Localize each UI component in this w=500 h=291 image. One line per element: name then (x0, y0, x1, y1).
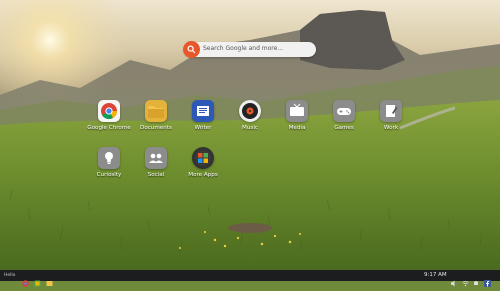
app-more-apps[interactable]: More Apps (177, 147, 229, 178)
more-apps-icon (192, 147, 214, 169)
app-label: Work (383, 125, 399, 131)
app-documents[interactable]: Documents (130, 100, 182, 131)
app-label: Social (147, 172, 165, 178)
app-media[interactable]: Media (271, 100, 323, 131)
app-label: Writer (194, 125, 212, 131)
chrome-icon (22, 280, 29, 287)
app-social[interactable]: Social (130, 147, 182, 178)
app-google-chrome[interactable]: Google Chrome (83, 100, 135, 131)
store-icon (34, 280, 41, 287)
landscape-image (0, 0, 500, 270)
app-writer[interactable]: Writer (177, 100, 229, 131)
brand-label: Hello (4, 273, 16, 278)
search-bar[interactable]: Search Google and more... (183, 41, 316, 58)
bell-icon (474, 281, 478, 285)
app-label: Curiosity (96, 172, 122, 178)
lightbulb-icon (98, 147, 120, 169)
app-label: More Apps (188, 172, 218, 178)
desktop-wallpaper (0, 0, 500, 270)
search-icon (187, 45, 196, 54)
app-label: Media (288, 125, 306, 131)
app-label: Documents (140, 125, 172, 131)
search-placeholder: Search Google and more... (203, 45, 284, 52)
speaker-icon (451, 280, 455, 287)
app-label: Music (242, 125, 258, 131)
notifications-button[interactable] (473, 272, 479, 291)
clock[interactable]: 9:17 AM (424, 272, 447, 278)
taskbar-files-button[interactable] (46, 272, 53, 291)
taskbar: Hello 9:17 AM (0, 270, 500, 287)
wifi-icon (462, 280, 469, 287)
music-icon (239, 100, 261, 122)
network-button[interactable] (462, 272, 469, 291)
folder-icon (145, 100, 167, 122)
facebook-button[interactable] (484, 272, 491, 291)
app-work[interactable]: Work (365, 100, 417, 131)
app-curiosity[interactable]: Curiosity (83, 147, 135, 178)
chrome-icon (98, 100, 120, 122)
search-button[interactable] (183, 41, 200, 58)
volume-button[interactable] (451, 272, 457, 291)
taskbar-chrome-button[interactable] (22, 272, 29, 291)
writer-icon (192, 100, 214, 122)
gamepad-icon (333, 100, 355, 122)
app-label: Google Chrome (87, 125, 131, 131)
folder-icon (46, 281, 53, 286)
taskbar-store-button[interactable] (34, 272, 41, 291)
app-label: Games (334, 125, 354, 131)
work-icon (380, 100, 402, 122)
people-icon (145, 147, 167, 169)
app-games[interactable]: Games (318, 100, 370, 131)
facebook-icon (484, 280, 491, 287)
app-music[interactable]: Music (224, 100, 276, 131)
tv-icon (286, 100, 308, 122)
